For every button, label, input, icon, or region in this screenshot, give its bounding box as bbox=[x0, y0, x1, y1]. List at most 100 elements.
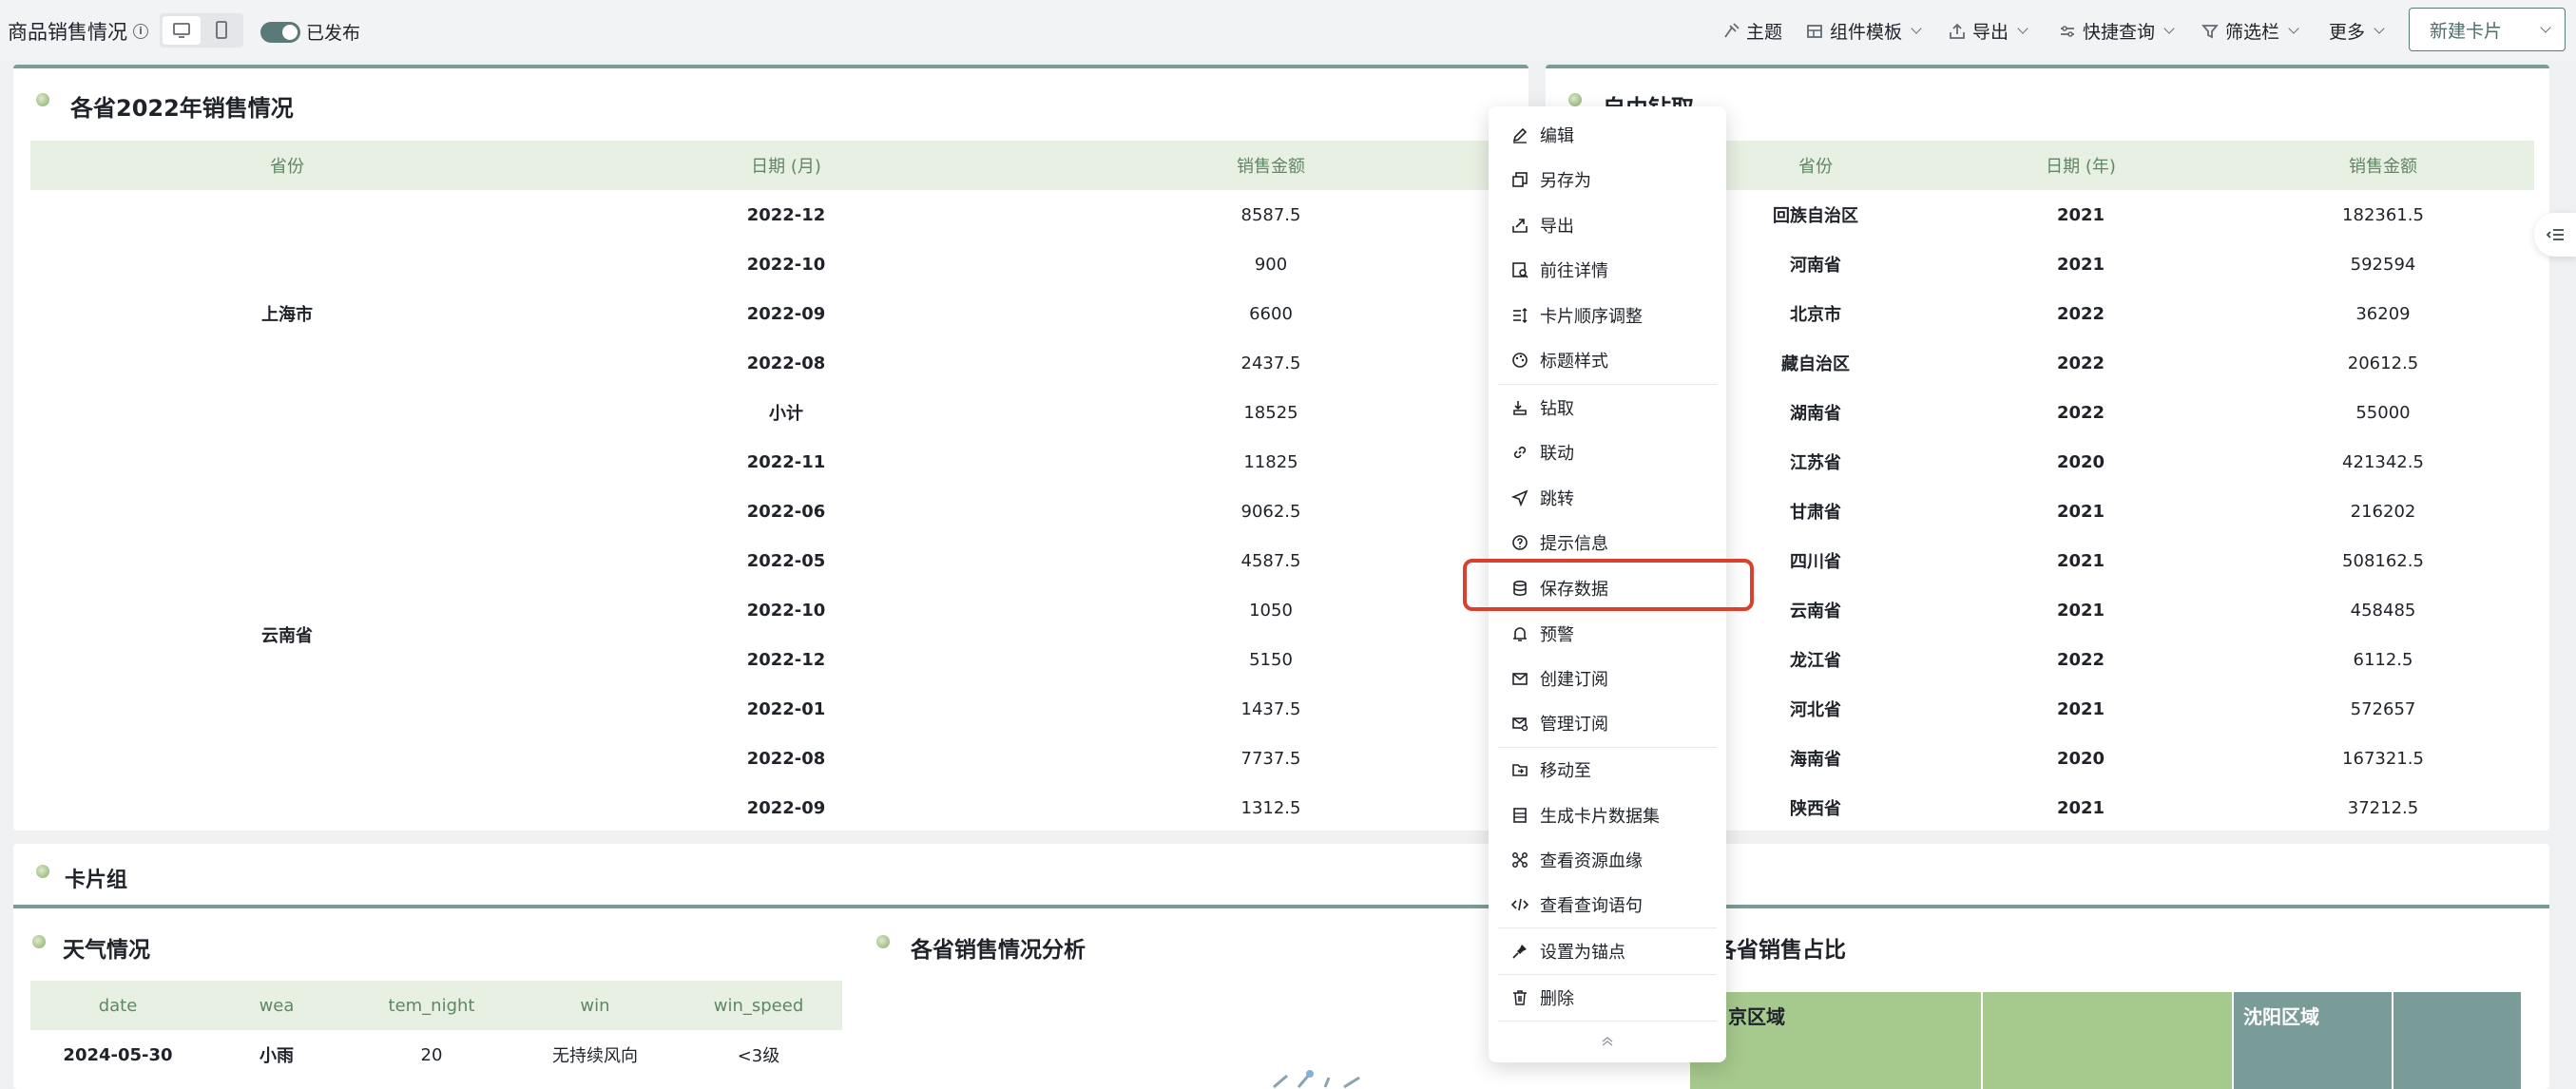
date-cell: 2022-01 bbox=[746, 698, 826, 719]
desktop-view-button[interactable] bbox=[163, 16, 201, 45]
mobile-icon bbox=[216, 21, 227, 39]
subtotal-cell: 小计 bbox=[769, 404, 803, 424]
new-card-dropdown[interactable] bbox=[2522, 8, 2566, 51]
menu-item-resource-lineage[interactable]: 查看资源血缘 bbox=[1489, 839, 1726, 881]
page-title-text: 商品销售情况 bbox=[8, 21, 127, 44]
chevron-down-icon bbox=[2017, 23, 2028, 34]
amount-cell: 5150 bbox=[1249, 649, 1293, 670]
column-header[interactable]: 省份 bbox=[1701, 141, 1930, 190]
publish-toggle[interactable]: 已发布 bbox=[260, 19, 360, 45]
help-icon bbox=[1512, 535, 1528, 550]
menu-item-label: 移动至 bbox=[1540, 761, 1591, 781]
column-header[interactable]: 省份 bbox=[30, 141, 544, 190]
menu-item-set-anchor[interactable]: 设置为锚点 bbox=[1489, 930, 1726, 972]
device-switch bbox=[160, 13, 243, 48]
date-cell: 2022-11 bbox=[746, 451, 826, 472]
export-button[interactable]: 导出 bbox=[1949, 18, 2028, 44]
new-card-button[interactable]: 新建卡片 bbox=[2409, 8, 2523, 51]
quick-query-button[interactable]: 快捷查询 bbox=[2059, 18, 2175, 44]
menu-item-jump[interactable]: 跳转 bbox=[1489, 477, 1726, 519]
move-icon bbox=[1512, 764, 1528, 776]
toggle-switch[interactable] bbox=[260, 21, 300, 43]
menu-item-label: 提示信息 bbox=[1540, 534, 1608, 554]
column-header[interactable]: win bbox=[515, 981, 675, 1030]
card-dot-icon bbox=[36, 865, 49, 878]
date-cell: 2022-10 bbox=[746, 254, 826, 275]
card-dot-icon bbox=[1568, 93, 1582, 106]
menu-item-tooltip[interactable]: 提示信息 bbox=[1489, 522, 1726, 564]
menu-item-move-to[interactable]: 移动至 bbox=[1489, 749, 1726, 791]
column-header[interactable]: 日期 (年) bbox=[1930, 141, 2232, 190]
table-row: 陕西省 2021 37212.5 bbox=[1790, 797, 2419, 820]
amount-cell: 11825 bbox=[1243, 451, 1298, 472]
date-cell: 2022-05 bbox=[746, 550, 826, 571]
treemap-cell[interactable] bbox=[2393, 992, 2521, 1089]
menu-item-edit[interactable]: 编辑 bbox=[1489, 114, 1726, 156]
date-cell: 2022-12 bbox=[746, 649, 826, 670]
menu-item-save-as[interactable]: 另存为 bbox=[1489, 159, 1726, 201]
column-header[interactable]: 日期 (月) bbox=[544, 141, 1028, 190]
bell-icon bbox=[1513, 627, 1527, 641]
table-row: 海南省 2020 167321.5 bbox=[1790, 748, 2424, 771]
templates-button[interactable]: 组件模板 bbox=[1806, 18, 1922, 44]
side-panel-toggle[interactable] bbox=[2534, 213, 2576, 257]
column-header[interactable]: 销售金额 bbox=[2232, 141, 2534, 190]
column-header[interactable]: 销售金额 bbox=[1028, 141, 1513, 190]
table-row: 2024-05-30 小雨 20 无持续风向 <3级 bbox=[63, 1044, 780, 1067]
treemap-cell[interactable]: 京区域 bbox=[1690, 992, 1981, 1089]
column-header[interactable]: date bbox=[30, 981, 205, 1030]
menu-item-manage-subscription[interactable]: 管理订阅 bbox=[1489, 702, 1726, 744]
menu-item-query-statement[interactable]: 查看查询语句 bbox=[1489, 884, 1726, 926]
menu-collapse-button[interactable] bbox=[1593, 1030, 1622, 1053]
amount-cell: 18525 bbox=[1243, 402, 1298, 423]
sales-table: 省份 日期 (月) 销售金额 上海市 2022-12 8587.5 2022-10 9… bbox=[30, 141, 1513, 832]
menu-item-generate-dataset[interactable]: 生成卡片数据集 bbox=[1489, 794, 1726, 836]
mail-settings-icon bbox=[1512, 717, 1528, 732]
date-cell: 2022-12 bbox=[746, 204, 826, 225]
amount-cell: 8587.5 bbox=[1240, 204, 1301, 225]
column-header[interactable]: win_speed bbox=[675, 981, 842, 1030]
mobile-view-button[interactable] bbox=[202, 16, 240, 45]
edit-icon bbox=[1512, 127, 1528, 143]
menu-item-label: 跳转 bbox=[1540, 489, 1574, 509]
more-button[interactable]: 更多 bbox=[2329, 18, 2385, 44]
menu-item-linkage[interactable]: 联动 bbox=[1489, 431, 1726, 473]
table-row: 龙江省 2022 6112.5 bbox=[1790, 649, 2413, 672]
card-dot-icon bbox=[876, 935, 890, 948]
dataset-icon bbox=[1513, 808, 1527, 823]
menu-item-label: 预警 bbox=[1540, 625, 1574, 645]
menu-item-label: 查看资源血缘 bbox=[1540, 851, 1643, 871]
menu-item-delete[interactable]: 删除 bbox=[1489, 977, 1726, 1019]
table-row: 藏自治区 2022 20612.5 bbox=[1781, 353, 2419, 375]
treemap-cell[interactable]: 沈阳区域 bbox=[2234, 992, 2392, 1089]
info-icon[interactable]: i bbox=[133, 24, 148, 39]
menu-item-create-subscription[interactable]: 创建订阅 bbox=[1489, 658, 1726, 699]
share-card-title: 各省销售占比 bbox=[1715, 938, 1846, 963]
treemap-cell[interactable] bbox=[1983, 992, 2232, 1089]
menu-item-label: 标题样式 bbox=[1540, 352, 1608, 372]
column-header[interactable]: wea bbox=[205, 981, 348, 1030]
menu-item-title-style[interactable]: 标题样式 bbox=[1489, 339, 1726, 381]
weather-card-title: 天气情况 bbox=[63, 938, 150, 963]
amount-cell: 1050 bbox=[1249, 600, 1293, 621]
filter-bar-button[interactable]: 筛选栏 bbox=[2201, 18, 2299, 44]
date-cell: 2022-08 bbox=[746, 353, 826, 373]
chevron-down-icon bbox=[1911, 23, 1922, 34]
export-icon bbox=[1512, 219, 1528, 233]
desktop-icon bbox=[173, 23, 190, 38]
theme-button[interactable]: 主题 bbox=[1722, 18, 1782, 44]
export-label: 导出 bbox=[1972, 22, 2009, 43]
column-header[interactable]: tem_night bbox=[348, 981, 515, 1030]
chevron-down-icon bbox=[2163, 23, 2175, 34]
brush-icon bbox=[1724, 22, 1740, 38]
menu-item-export[interactable]: 导出 bbox=[1489, 204, 1726, 246]
menu-item-reorder[interactable]: 卡片顺序调整 bbox=[1489, 295, 1726, 336]
menu-item-details[interactable]: 前往详情 bbox=[1489, 249, 1726, 291]
sliders-icon bbox=[2061, 25, 2074, 37]
menu-item-drill[interactable]: 钻取 bbox=[1489, 387, 1726, 429]
table-row: 甘肃省 2021 216202 bbox=[1790, 501, 2416, 524]
templates-label: 组件模板 bbox=[1830, 22, 1903, 43]
menu-divider bbox=[1498, 974, 1717, 975]
amount-cell: 2437.5 bbox=[1240, 353, 1301, 373]
menu-item-alert[interactable]: 预警 bbox=[1489, 613, 1726, 655]
